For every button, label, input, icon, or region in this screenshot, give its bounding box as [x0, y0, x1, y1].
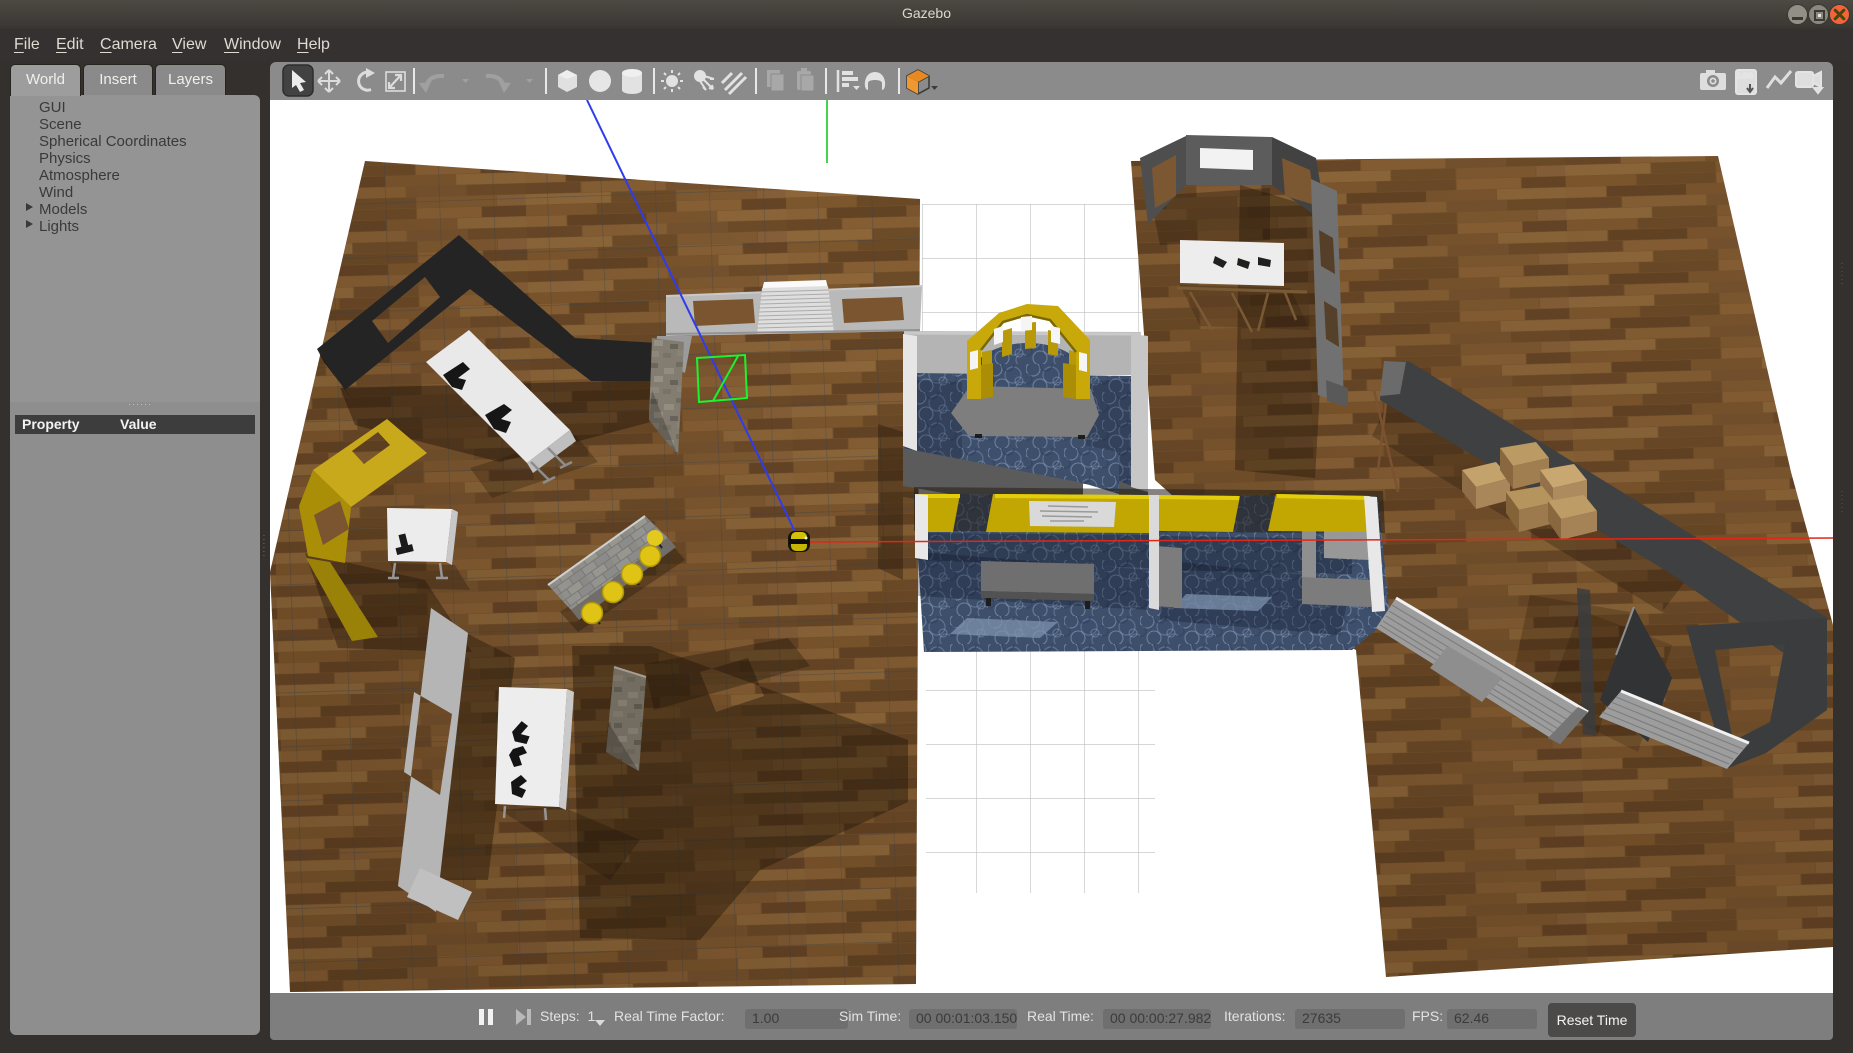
- svg-text:LOG: LOG: [1738, 73, 1754, 80]
